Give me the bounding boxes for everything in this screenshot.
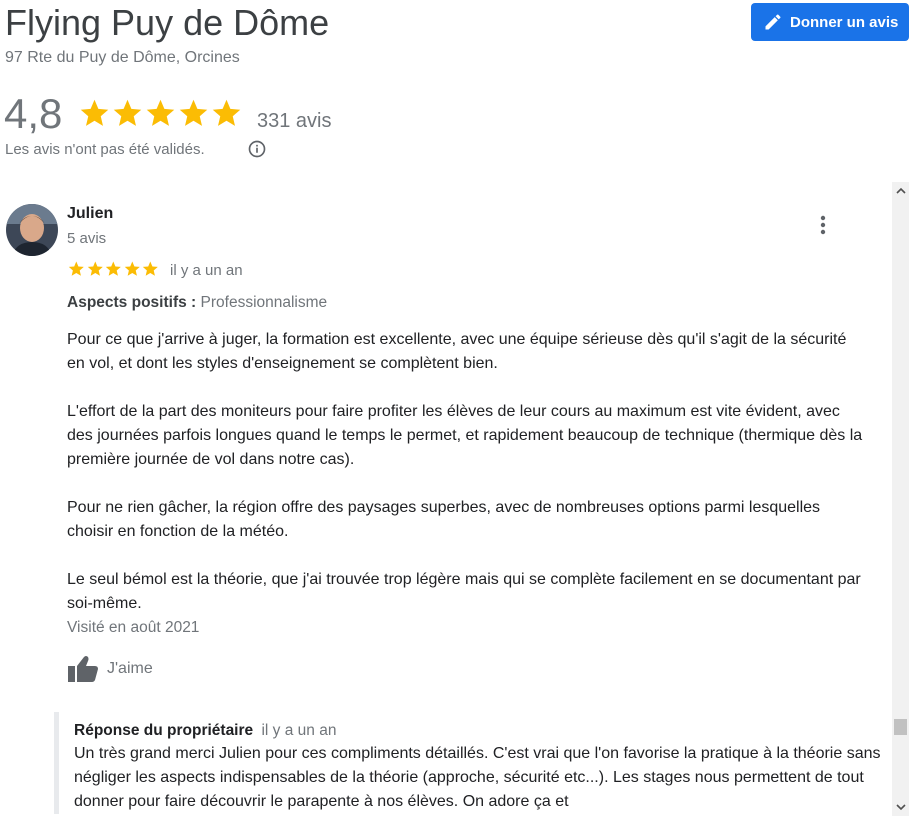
place-title: Flying Puy de Dôme: [5, 2, 330, 43]
reviewer-name[interactable]: Julien: [67, 205, 113, 223]
owner-reply-date: il y a un an: [261, 722, 337, 739]
star-icon: [87, 261, 103, 276]
review-aspects: Aspects positifs : Professionnalisme: [67, 294, 327, 312]
star-icon: [124, 261, 140, 276]
scroll-down-icon: [895, 804, 906, 811]
owner-reply-header: Réponse du propriétaire il y a un an: [74, 722, 884, 740]
thumb-up-icon: [68, 656, 98, 682]
owner-reply: Réponse du propriétaire il y a un an Un …: [54, 712, 884, 814]
reviewer-review-count: 5 avis: [67, 230, 107, 247]
scroll-down-button[interactable]: [892, 799, 909, 816]
owner-reply-text: Un très grand merci Julien pour ces comp…: [74, 745, 881, 810]
like-label: J'aime: [107, 660, 153, 677]
rating-stars: [78, 97, 243, 130]
aspects-label: Aspects positifs :: [67, 294, 197, 311]
more-vert-icon[interactable]: [813, 214, 833, 236]
star-icon: [113, 99, 142, 126]
edit-pencil-icon: [765, 14, 781, 30]
write-review-button[interactable]: Donner un avis: [751, 3, 909, 41]
info-icon[interactable]: [247, 139, 267, 159]
like-button[interactable]: J'aime: [67, 655, 153, 683]
star-icon: [143, 261, 159, 276]
review-paragraph: Pour ce que j'arrive à juger, la formati…: [67, 331, 847, 372]
star-icon: [80, 99, 109, 126]
visited-date: Visité en août 2021: [67, 619, 200, 636]
star-icon: [105, 261, 121, 276]
review-date: il y a un an: [170, 262, 243, 279]
star-icon: [212, 99, 241, 126]
unverified-note: Les avis n'ont pas été validés.: [5, 141, 205, 158]
review-paragraph: Le seul bémol est la théorie, que j'ai t…: [67, 571, 861, 612]
scrollbar-thumb[interactable]: [894, 719, 907, 735]
avatar[interactable]: [6, 204, 58, 256]
star-icon: [146, 99, 175, 126]
review-stars: [67, 260, 160, 278]
review-count: 331 avis: [257, 110, 332, 132]
review-paragraph: Pour ne rien gâcher, la région offre des…: [67, 499, 821, 540]
star-icon: [179, 99, 208, 126]
scroll-up-icon: [895, 187, 906, 194]
write-review-label: Donner un avis: [790, 13, 899, 31]
reviews-list[interactable]: Julien 5 avis il y a un an Aspects posit…: [0, 182, 915, 831]
aspects-value: Professionnalisme: [200, 294, 328, 311]
place-address: 97 Rte du Puy de Dôme, Orcines: [5, 49, 240, 66]
review-paragraph: L'effort de la part des moniteurs pour f…: [67, 403, 863, 468]
rating-value: 4,8: [4, 90, 63, 137]
review-text: Pour ce que j'arrive à juger, la formati…: [67, 328, 867, 616]
scrollbar[interactable]: [892, 182, 909, 816]
scroll-up-button[interactable]: [892, 182, 909, 199]
owner-reply-label: Réponse du propriétaire: [74, 722, 254, 739]
star-icon: [68, 261, 84, 276]
